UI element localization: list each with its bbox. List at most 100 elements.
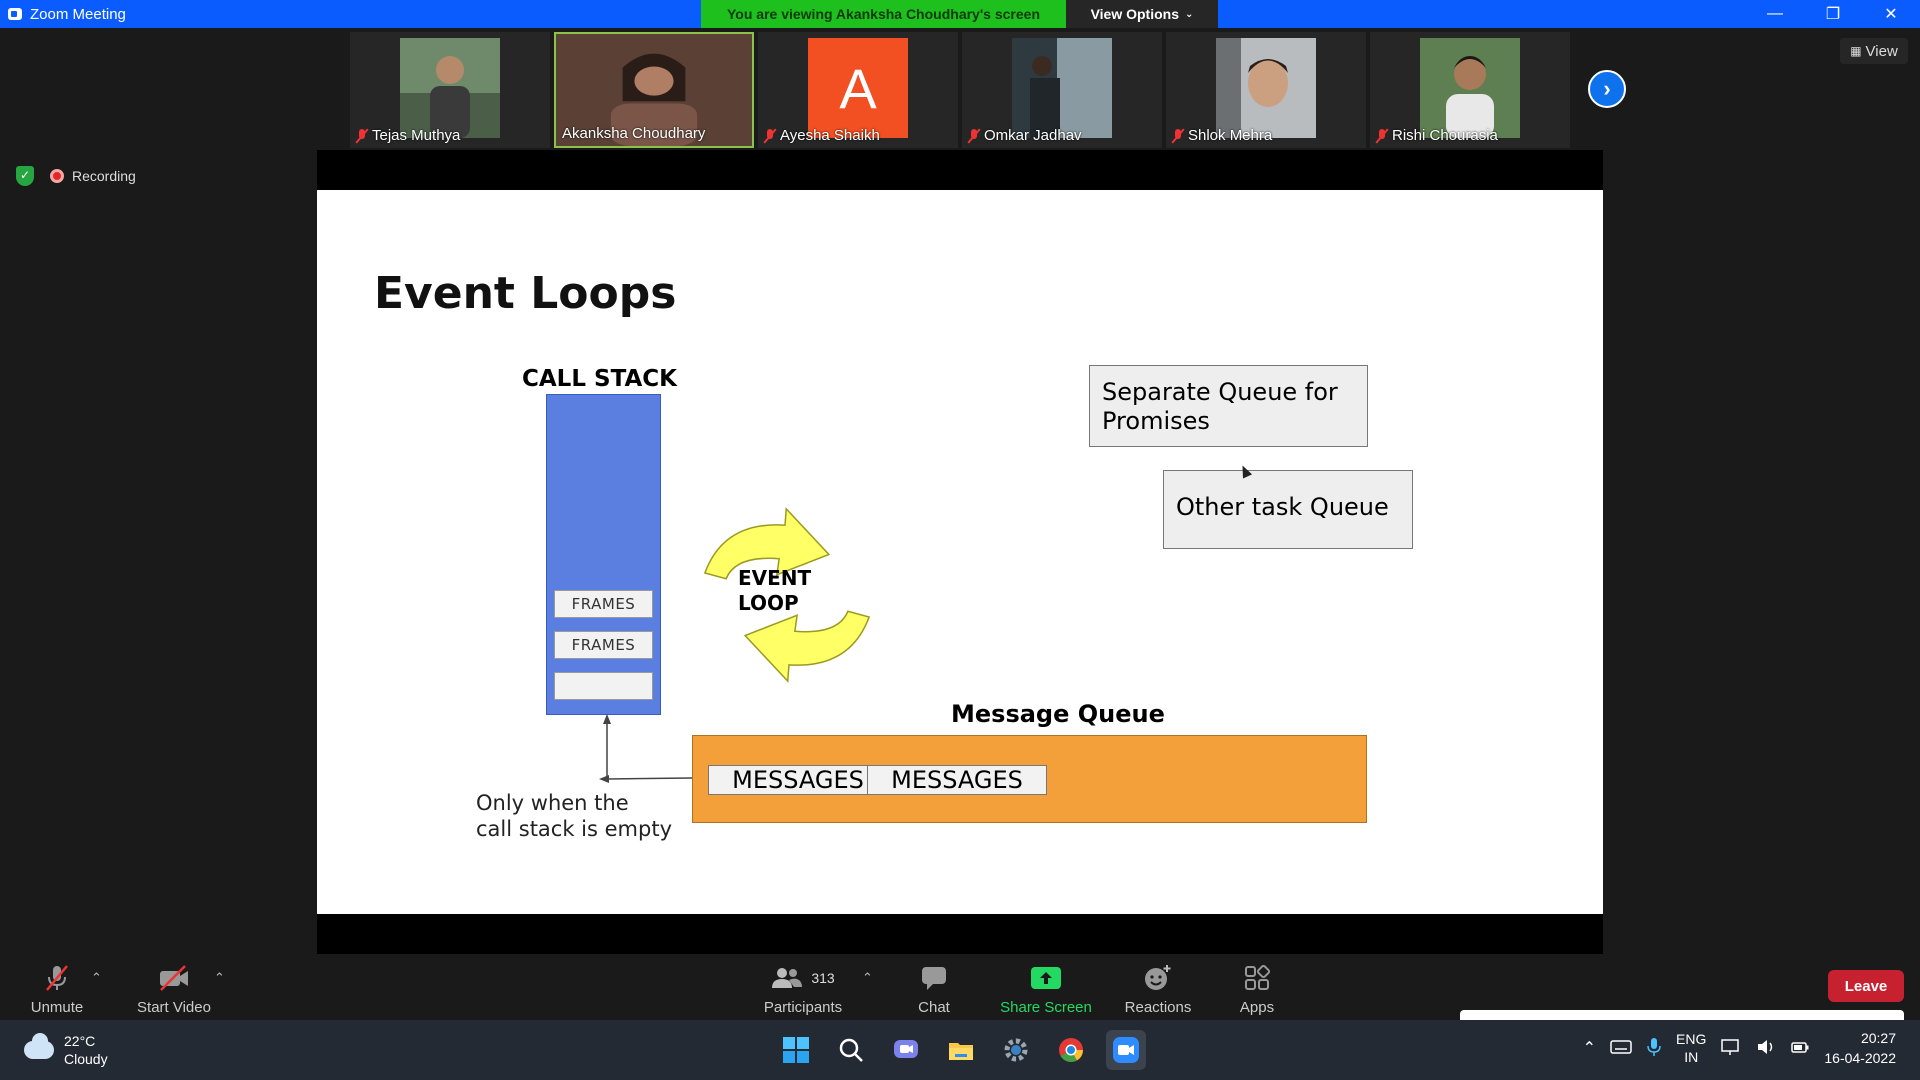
participant-tile[interactable]: Tejas Muthya [350, 32, 550, 148]
next-page-arrow-icon[interactable]: › [1588, 70, 1626, 108]
share-screen-button[interactable]: Share Screen [998, 954, 1094, 1020]
security-shield-icon[interactable] [16, 166, 34, 186]
participant-tile-active[interactable]: Akanksha Choudhary [554, 32, 754, 148]
promise-queue-box: Separate Queue for Promises [1089, 365, 1368, 447]
participant-video [400, 38, 500, 138]
viewing-screen-banner: You are viewing Akanksha Choudhary's scr… [701, 0, 1066, 28]
participant-strip: Tejas Muthya Akanksha Choudhary A Ayesha… [350, 32, 1570, 148]
muted-mic-icon [356, 128, 368, 143]
windows-start-icon[interactable] [776, 1030, 816, 1070]
view-options-label: View Options [1090, 6, 1180, 22]
participant-tile[interactable]: A Ayesha Shaikh [758, 32, 958, 148]
share-screen-label: Share Screen [1000, 999, 1092, 1016]
participant-name: Rishi Chourasia [1392, 127, 1498, 144]
muted-mic-icon [764, 128, 776, 143]
clock[interactable]: 20:27 16-04-2022 [1824, 1028, 1896, 1068]
apps-button[interactable]: Apps [1234, 954, 1280, 1020]
participant-video [1420, 38, 1520, 138]
system-tray: ⌃ ENG IN 20:27 16-04-2022 [1583, 1028, 1896, 1068]
settings-gear-icon[interactable] [996, 1030, 1036, 1070]
volume-icon[interactable] [1756, 1038, 1776, 1059]
language-indicator[interactable]: ENG IN [1676, 1030, 1706, 1066]
participant-tile[interactable]: Omkar Jadhav [962, 32, 1162, 148]
call-stack-box: FRAMES FRAMES [546, 394, 661, 715]
slide-title: Event Loops [374, 268, 677, 319]
windows-taskbar: 22°C Cloudy ⌃ ENG IN 20:27 16-04-2022 [0, 1020, 1920, 1080]
chat-label: Chat [918, 999, 950, 1016]
close-window-button[interactable]: ✕ [1862, 0, 1920, 28]
participant-name: Akanksha Choudhary [562, 125, 706, 142]
recording-indicator[interactable]: Recording [50, 168, 136, 184]
unmute-label: Unmute [30, 999, 84, 1016]
apps-label: Apps [1239, 999, 1275, 1016]
participants-caret-icon[interactable]: ⌃ [862, 970, 873, 986]
call-stack-label: CALL STACK [522, 366, 677, 392]
chevron-up-icon[interactable]: ⌃ [1583, 1038, 1596, 1058]
view-label: View [1865, 42, 1898, 60]
participants-icon: 313 [771, 963, 835, 993]
window-title: Zoom Meeting [30, 5, 126, 23]
language-code: ENG [1676, 1031, 1707, 1047]
weather-condition: Cloudy [64, 1051, 108, 1067]
leave-button[interactable]: Leave [1828, 970, 1904, 1002]
keyboard-icon[interactable] [1610, 1039, 1632, 1058]
muted-mic-icon [1376, 128, 1388, 143]
view-options-button[interactable]: View Options ⌄ [1066, 0, 1218, 28]
window-controls: — ❐ ✕ [1746, 0, 1920, 28]
teams-chat-icon[interactable] [886, 1030, 926, 1070]
video-options-caret-icon[interactable]: ⌃ [214, 970, 225, 986]
chat-button[interactable]: Chat [908, 954, 960, 1020]
audio-options-caret-icon[interactable]: ⌃ [91, 970, 102, 986]
zoom-logo-icon [8, 8, 22, 20]
zoom-app-icon[interactable] [1106, 1030, 1146, 1070]
stack-frame-empty [554, 672, 653, 700]
grid-icon: ▦ [1850, 44, 1862, 58]
participants-label: Participants [763, 999, 843, 1016]
view-layout-button[interactable]: ▦ View [1840, 38, 1908, 64]
participant-count: 313 [811, 970, 835, 986]
start-video-label: Start Video [137, 999, 211, 1016]
restore-button[interactable]: ❐ [1804, 0, 1862, 28]
participant-tile[interactable]: Shlok Mehra [1166, 32, 1366, 148]
participant-video [1012, 38, 1112, 138]
chevron-down-icon: ⌄ [1185, 8, 1194, 20]
avatar: A [808, 38, 908, 138]
event-loop-label-line2: LOOP [738, 591, 799, 615]
minimize-button[interactable]: — [1746, 0, 1804, 28]
microphone-icon[interactable] [1646, 1037, 1662, 1060]
temperature: 22°C [64, 1033, 96, 1049]
task-queue-box: Other task Queue [1163, 470, 1413, 549]
stack-frame: FRAMES [554, 590, 653, 618]
reactions-button[interactable]: Reactions [1122, 954, 1194, 1020]
participants-button[interactable]: 313 Participants [760, 954, 846, 1020]
message-queue-box: MESSAGES MESSAGES [692, 735, 1367, 823]
chat-bubble-icon [920, 963, 948, 993]
muted-mic-icon [42, 963, 72, 993]
battery-icon[interactable] [1790, 1038, 1810, 1059]
start-video-button[interactable]: Start Video [134, 954, 214, 1020]
recording-dot-icon [50, 169, 64, 183]
call-stack-note: Only when the call stack is empty [476, 791, 673, 841]
stack-frame: FRAMES [554, 631, 653, 659]
file-explorer-icon[interactable] [941, 1030, 981, 1070]
taskbar-apps [776, 1030, 1146, 1070]
participant-name: Omkar Jadhav [984, 127, 1082, 144]
participant-tile[interactable]: Rishi Chourasia [1370, 32, 1570, 148]
weather-widget[interactable]: 22°C Cloudy [24, 1032, 108, 1068]
language-region: IN [1684, 1049, 1699, 1065]
shared-slide: Event Loops CALL STACK FRAMES FRAMES EVE… [317, 190, 1603, 914]
participant-name: Shlok Mehra [1188, 127, 1273, 144]
message-item: MESSAGES [867, 765, 1047, 795]
chrome-icon[interactable] [1051, 1030, 1091, 1070]
time: 20:27 [1860, 1030, 1896, 1046]
date: 16-04-2022 [1824, 1050, 1896, 1066]
unmute-button[interactable]: Unmute [26, 954, 88, 1020]
participant-name: Ayesha Shaikh [780, 127, 880, 144]
network-icon[interactable] [1720, 1037, 1742, 1060]
meeting-status: Recording [16, 166, 136, 186]
message-item: MESSAGES [708, 765, 888, 795]
participant-video [1216, 38, 1316, 138]
event-loop-label: EVENT LOOP [738, 566, 811, 616]
share-screen-icon [1030, 963, 1062, 993]
search-icon[interactable] [831, 1030, 871, 1070]
